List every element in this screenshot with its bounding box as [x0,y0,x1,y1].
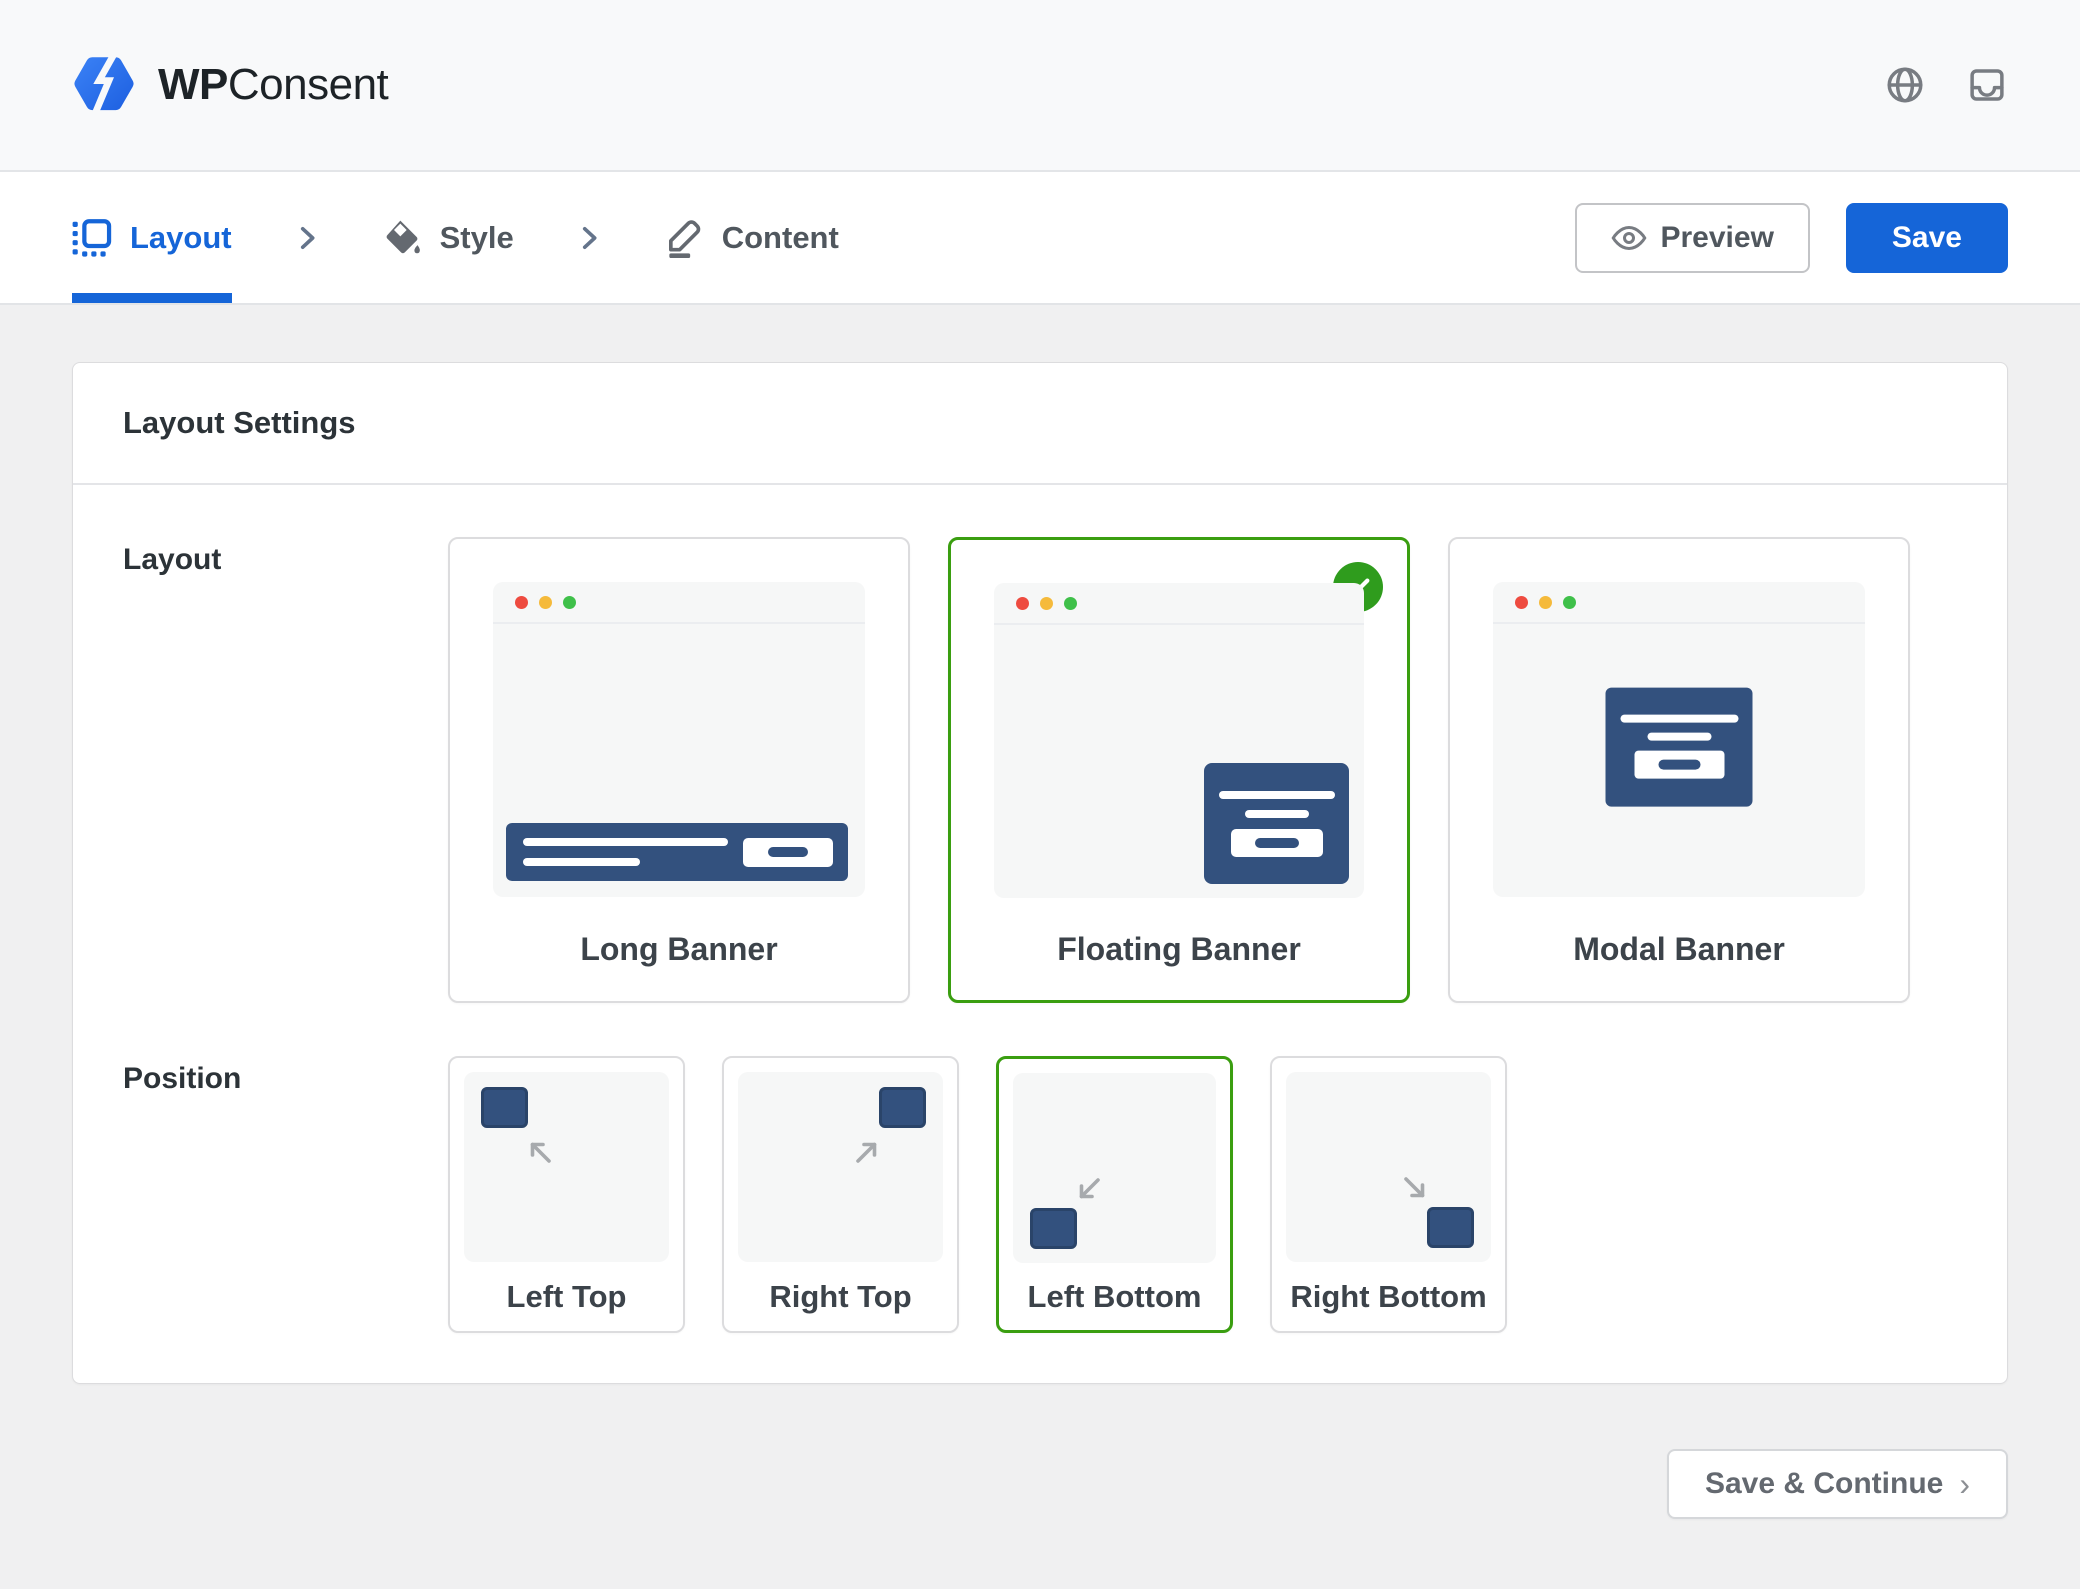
eye-icon [1611,220,1647,256]
save-continue-button[interactable]: Save & Continue › [1667,1449,2008,1519]
tab-layout-label: Layout [130,220,232,256]
brand-name-rest: Consent [228,60,388,109]
floating-banner-graphic [1204,763,1349,884]
traffic-dot-yellow [1539,596,1552,609]
tab-layout[interactable]: Layout [72,172,232,303]
layout-option-long-banner[interactable]: Long Banner [448,537,910,1003]
main-content: Layout Settings Layout [0,305,2080,1519]
layout-row-label: Layout [123,537,448,577]
layout-row: Layout [123,537,1957,1003]
preview-button[interactable]: Preview [1575,203,1810,273]
traffic-dot-red [1016,597,1029,610]
traffic-dot-yellow [1040,597,1053,610]
arrow-down-left-icon [1071,1171,1107,1207]
tab-content-label: Content [722,220,839,256]
save-continue-label: Save & Continue [1705,1467,1943,1501]
browser-mockup [1493,582,1865,897]
traffic-dot-green [1563,596,1576,609]
position-option-left-bottom[interactable]: Left Bottom [996,1056,1233,1333]
position-row: Position Left Top Ri [123,1056,1957,1333]
paint-bucket-icon [382,218,422,258]
brand-name: WPConsent [158,60,388,110]
traffic-dot-green [563,596,576,609]
header-actions [1884,64,2008,106]
panel-title: Layout Settings [123,405,1957,441]
mockup-topbar [493,582,865,624]
preview-button-label: Preview [1661,221,1774,255]
layout-option-label: Modal Banner [1450,897,1908,1001]
globe-icon [1884,64,1926,106]
layout-option-label: Long Banner [450,897,908,1001]
traffic-dot-green [1064,597,1077,610]
position-option-right-bottom[interactable]: Right Bottom [1270,1056,1507,1333]
chevron-right-icon [290,221,324,255]
app-header: WPConsent [0,0,2080,172]
position-mockup [1013,1073,1216,1263]
mockup-topbar [994,583,1364,625]
long-banner-graphic [506,823,848,881]
layout-icon [72,218,112,258]
position-option-left-top[interactable]: Left Top [448,1056,685,1333]
banner-position-rect [1030,1208,1077,1249]
position-option-label: Left Top [450,1262,683,1331]
chevron-right-icon: › [1959,1466,1970,1503]
browser-mockup [994,583,1364,898]
layout-option-modal-banner[interactable]: Modal Banner [1448,537,1910,1003]
save-button[interactable]: Save [1846,203,2008,273]
step-tabs: Layout Style Content [72,172,839,303]
arrow-down-right-icon [1397,1170,1433,1206]
layout-option-floating-banner[interactable]: Floating Banner [948,537,1410,1003]
tab-style-label: Style [440,220,514,256]
position-option-label: Left Bottom [999,1263,1230,1330]
layout-option-label: Floating Banner [951,898,1407,1000]
brand-logo: WPConsent [72,56,388,115]
panel-header: Layout Settings [73,363,2007,485]
banner-position-rect [1427,1207,1474,1248]
traffic-dot-red [515,596,528,609]
position-mockup [1286,1072,1491,1262]
position-row-label: Position [123,1056,448,1096]
inbox-button[interactable] [1966,64,2008,106]
banner-position-rect [879,1087,926,1128]
modal-banner-graphic [1606,687,1753,806]
position-mockup [738,1072,943,1262]
position-option-right-top[interactable]: Right Top [722,1056,959,1333]
position-mockup [464,1072,669,1262]
arrow-up-left-icon [522,1134,558,1170]
settings-nav: Layout Style Content Previ [0,172,2080,305]
mockup-topbar [1493,582,1865,624]
chevron-right-icon [572,221,606,255]
globe-button[interactable] [1884,64,1926,106]
inbox-icon [1966,64,2008,106]
layout-options: Long Banner [448,537,1910,1003]
tab-content[interactable]: Content [664,172,839,303]
position-options: Left Top Right Top [448,1056,1507,1333]
footer-bar: Save & Continue › [0,1384,2080,1519]
nav-actions: Preview Save [1575,203,2009,273]
banner-position-rect [481,1087,528,1128]
traffic-dot-yellow [539,596,552,609]
layout-settings-panel: Layout Settings Layout [72,362,2008,1384]
traffic-dot-red [1515,596,1528,609]
arrow-up-right-icon [849,1134,885,1170]
position-option-label: Right Bottom [1272,1262,1505,1331]
browser-mockup [493,582,865,897]
position-option-label: Right Top [724,1262,957,1331]
brand-name-bold: WP [158,60,228,109]
pencil-icon [664,218,704,258]
panel-body: Layout [73,485,2007,1383]
tab-style[interactable]: Style [382,172,514,303]
wpconsent-logo-icon [72,56,136,115]
